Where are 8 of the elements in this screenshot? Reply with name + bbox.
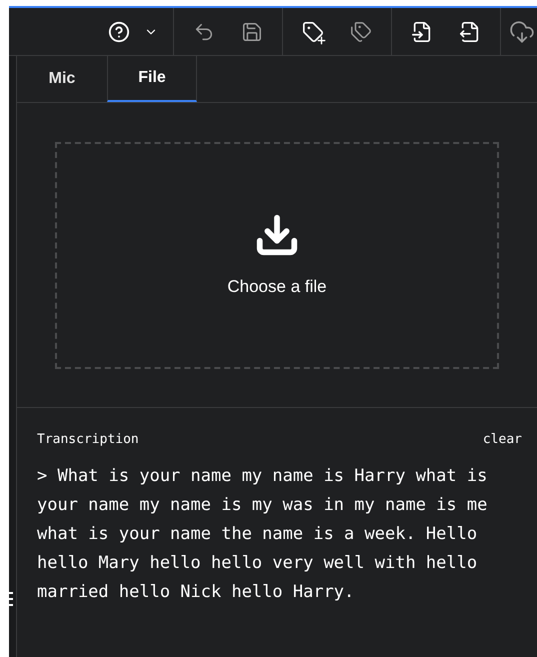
section-title: Transcription: [37, 431, 139, 449]
tab[interactable]: Mic: [17, 56, 107, 102]
resize-handle-icon[interactable]: [9, 592, 13, 606]
upload-label: Choose a file: [227, 276, 327, 298]
tab[interactable]: File: [107, 56, 197, 102]
transcription-text: > What is your name my name is Harry what is your name my name is my was in my name is me what is your name the name is a week. Hello hello Mary hello hello very well with hello married hello Nick hello Harry.: [37, 464, 488, 604]
clear-link[interactable]: clear: [482, 430, 522, 450]
file-drop-zone[interactable]: Choose a file: [55, 142, 499, 369]
